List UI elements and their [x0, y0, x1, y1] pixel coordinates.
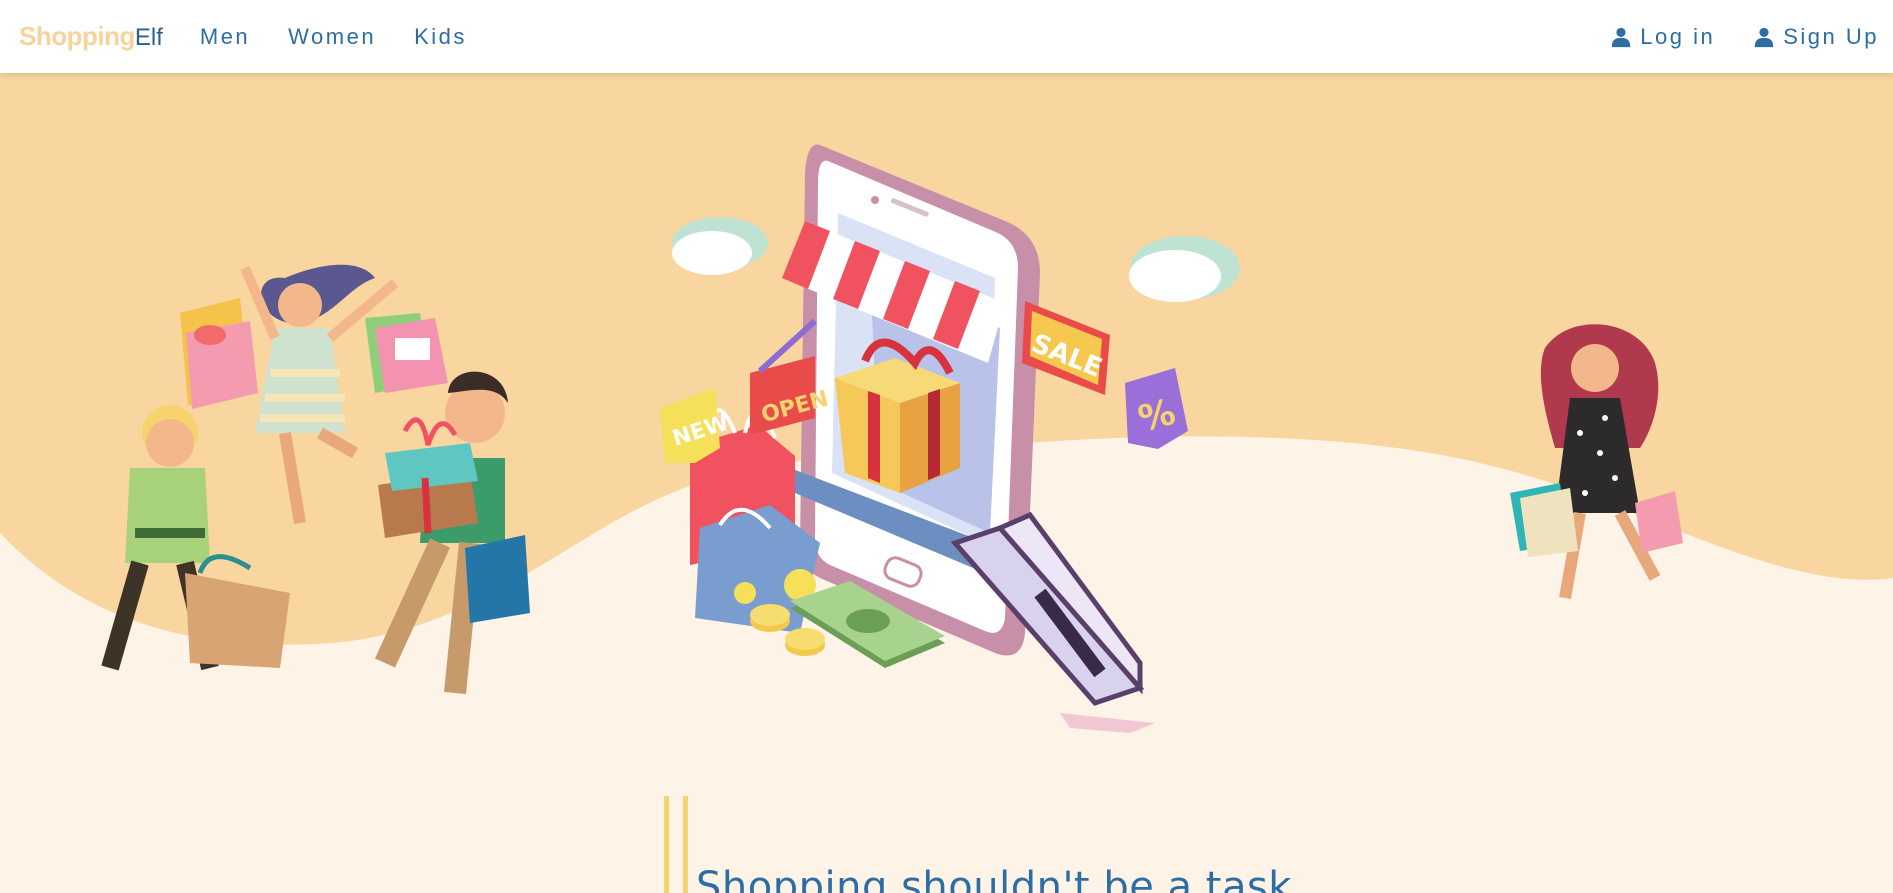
nav-link-kids[interactable]: Kids [414, 24, 467, 50]
login-link[interactable]: Log in [1610, 24, 1715, 50]
tagline-accent-bar [683, 796, 688, 893]
user-icon [1755, 27, 1774, 47]
user-icon [1612, 27, 1631, 47]
main-nav: Men Women Kids [200, 24, 505, 50]
brand-logo[interactable]: Shopping Elf [19, 23, 163, 50]
top-navbar: Shopping Elf Men Women Kids Log in Sign … [0, 0, 1893, 73]
brand-primary: Shopping [19, 21, 135, 51]
hero-illustration: NEW OPEN SALE % [0, 73, 1893, 893]
signup-label: Sign Up [1783, 23, 1879, 49]
tagline-accent-bar [664, 796, 669, 893]
hero-tagline: Shopping shouldn't be a task [696, 864, 1292, 893]
brand-secondary: Elf [134, 24, 163, 51]
nav-link-women[interactable]: Women [288, 24, 376, 50]
signup-link[interactable]: Sign Up [1753, 24, 1879, 50]
login-label: Log in [1640, 23, 1716, 49]
nav-link-men[interactable]: Men [200, 24, 250, 50]
hero-section: NEW OPEN SALE % Shopping shouldn't be a … [0, 73, 1893, 893]
auth-links: Log in Sign Up [1572, 0, 1879, 73]
